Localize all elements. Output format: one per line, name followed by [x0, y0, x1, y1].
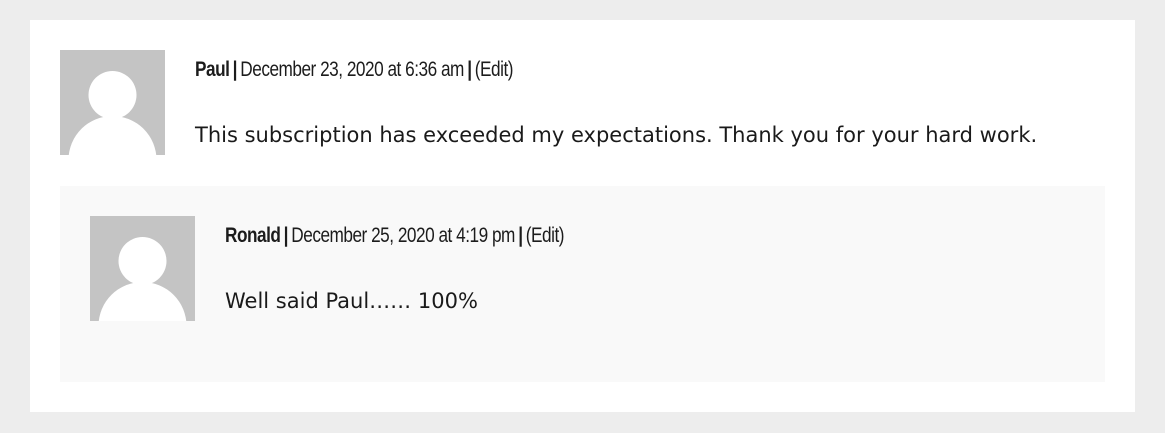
comment-date-link[interactable]: December 23, 2020 at 6:36 am: [240, 58, 464, 81]
meta-separator: |: [518, 224, 523, 247]
reply-author: Ronald: [225, 224, 281, 247]
reply-body: Well said Paul…… 100%: [225, 289, 478, 313]
reply-comment: Ronald | December 25, 2020 at 4:19 pm | (Edi…: [60, 186, 1105, 382]
default-avatar-icon: [90, 216, 195, 321]
default-avatar-icon: [60, 50, 165, 155]
comment-body: This subscription has exceeded my expect…: [195, 123, 1038, 147]
comment-card: Paul | December 23, 2020 at 6:36 am | (Edit)…: [30, 20, 1135, 412]
comment-meta: Paul | December 23, 2020 at 6:36 am | (Edit): [195, 58, 513, 82]
comment-author: Paul: [195, 58, 230, 81]
meta-separator: |: [467, 58, 472, 81]
reply-date-link[interactable]: December 25, 2020 at 4:19 pm: [291, 224, 515, 247]
meta-separator: |: [283, 224, 289, 247]
meta-separator: |: [232, 58, 238, 81]
reply-meta: Ronald | December 25, 2020 at 4:19 pm | (Edi…: [225, 224, 564, 248]
edit-reply-link[interactable]: (Edit): [526, 224, 565, 247]
edit-comment-link[interactable]: (Edit): [475, 58, 514, 81]
